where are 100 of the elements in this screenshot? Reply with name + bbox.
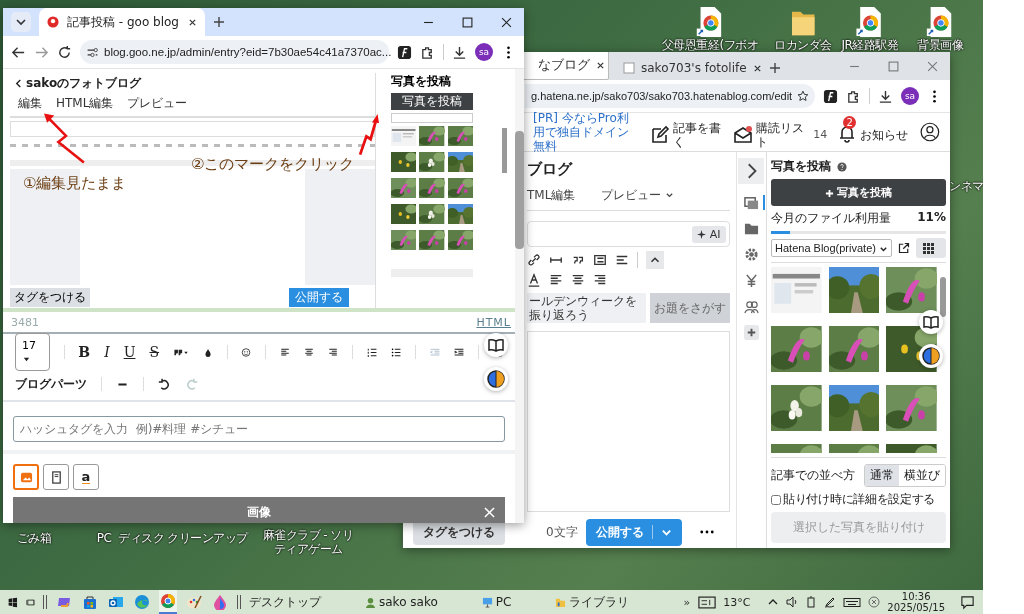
underline-button[interactable]: U [123,344,136,360]
editor-mode-tab[interactable]: TML編集 [527,187,576,204]
extensions-icon[interactable] [420,44,435,60]
more-icon[interactable] [699,530,714,534]
profile-avatar[interactable]: sa [475,43,493,61]
html-link[interactable]: HTML [476,315,511,329]
ai-button[interactable]: AI [692,225,726,243]
title-field[interactable]: AI [527,221,730,247]
blog-parts-button[interactable]: ブログパーツ [15,375,87,393]
add-icon[interactable] [743,325,759,340]
pen-icon[interactable] [824,596,837,608]
speaker-icon[interactable] [786,596,799,608]
more-items-button[interactable]: » [683,595,691,609]
checkbox-label[interactable]: 貼り付け時に詳細を設定する [783,491,936,508]
layout-option[interactable]: 通常 [865,465,899,486]
desktop-icon-label[interactable]: ごみ箱 [12,531,56,545]
extensions-icon[interactable] [846,88,861,104]
upload-photo-button[interactable]: 写真を投稿 [771,179,946,206]
edge-icon [134,594,151,610]
tab-list-icon[interactable] [11,12,31,32]
scrollbar[interactable] [515,69,524,523]
taskbar-toolbar-item[interactable]: PC [481,595,512,609]
list-icon[interactable] [593,253,607,267]
external-link-icon[interactable] [898,242,910,254]
align-left-icon[interactable] [549,273,563,287]
source-select[interactable]: Hatena Blog(private) [771,239,892,257]
toc-icon[interactable] [615,253,629,267]
align-center-icon[interactable] [571,273,585,287]
close-icon[interactable] [501,16,512,28]
folder-icon[interactable] [743,221,759,236]
chrome-icon [160,593,177,609]
keyboard-icon[interactable] [843,595,862,609]
close-tab-icon[interactable] [188,17,197,27]
globe-icon[interactable] [484,367,508,391]
address-bar[interactable]: blog.goo.ne.jp/admin/entry?eid=7b30ae54c41a7370ac... [80,40,389,64]
desktop-icon-label[interactable]: 背景画像 [917,38,963,52]
write-article-button[interactable]: 記事を書く [650,113,724,151]
preview-tab[interactable]: プレビュー [601,187,675,204]
grid-view-icon[interactable] [916,238,946,258]
italic-button[interactable]: I [104,344,110,360]
taskbar-toolbar-item[interactable]: ライブラリ [555,593,630,611]
smiley-icon[interactable] [241,345,252,359]
user-icon[interactable] [920,120,940,144]
collapse-button[interactable] [646,251,664,269]
new-tab-icon[interactable] [213,16,225,28]
clock[interactable]: 10:36 2025/05/15 [887,591,945,613]
strikethrough-button[interactable]: S [149,344,160,360]
book-icon[interactable] [919,310,943,334]
globe-icon[interactable] [919,344,943,368]
desktop-icon-label[interactable]: 麻雀クラブ - ソリティアゲーム [258,528,358,556]
insert-tab[interactable] [13,464,39,490]
settings-icon[interactable] [743,247,759,262]
taskbar-toolbar-item[interactable]: デスクトップ [249,593,321,611]
notifications-button[interactable]: 2 お知らせ [837,116,911,148]
bold-button[interactable]: B [78,344,91,360]
temperature[interactable]: 13°C [723,595,751,609]
profile-avatar[interactable]: sa [901,87,919,105]
address-bar[interactable]: g.hatena.ne.jp/sako703/sako703.hatenablog.com/edit [525,84,815,108]
site-settings-icon[interactable] [86,45,99,59]
font-size-select[interactable]: 17 [15,333,50,371]
desktop-icon-label[interactable]: PC [92,531,116,545]
star-icon[interactable] [797,89,809,103]
insert-tab[interactable] [43,464,69,490]
reload-icon[interactable] [57,44,72,60]
weather-icon[interactable] [698,595,717,609]
promo-link[interactable]: [PR] 今ならPro利用で独自ドメイン無料 [533,111,641,153]
notification-icon[interactable] [960,594,975,610]
maximize-icon[interactable] [462,16,473,28]
close-tab-icon[interactable] [596,60,605,70]
download-icon[interactable] [878,88,893,104]
new-tab-icon[interactable] [769,62,781,74]
browser-tab[interactable]: 記事投稿 - goo blog [39,8,205,36]
browser-tab[interactable]: sako703's fotolife [615,56,761,80]
desktop-icon-label[interactable]: ンネマ [949,179,983,193]
link-icon[interactable] [527,253,541,267]
people-icon[interactable] [743,299,759,314]
undo-icon[interactable] [158,377,171,391]
help-icon[interactable] [837,161,848,172]
close-tab-icon[interactable] [752,63,762,73]
close-circle-icon[interactable] [868,596,881,608]
detail-checkbox[interactable] [771,494,782,505]
taskbar-toolbar-item[interactable]: sako sako [365,595,438,609]
taskbar-app[interactable] [159,590,178,614]
desktop-icon-label[interactable]: ディスク クリーンアップ [118,531,248,545]
yen-icon[interactable] [743,273,759,288]
find-topic-button[interactable]: お題をさがす [649,293,730,323]
insert-tab[interactable]: a [73,464,99,490]
extension-f-icon[interactable] [397,44,412,60]
download-icon[interactable] [452,44,467,60]
palette-icon [186,594,203,610]
desktop-icon-label[interactable]: 父母恩重経(フボオ [661,38,759,52]
hashtag-field[interactable]: ハッシュタグを入力 例)#料理 #シチュー [13,416,505,442]
text-color-icon[interactable] [527,273,541,287]
chevron-right-icon[interactable] [738,158,765,184]
photos-icon[interactable] [743,195,765,210]
align-right-icon[interactable] [593,273,607,287]
desktop-icon-label[interactable]: JR経路駅発 [841,38,899,52]
desktop-icon-label[interactable]: ロカンダ会 [774,38,832,52]
battery-icon[interactable] [805,596,818,608]
extension-f-icon[interactable] [823,88,838,104]
